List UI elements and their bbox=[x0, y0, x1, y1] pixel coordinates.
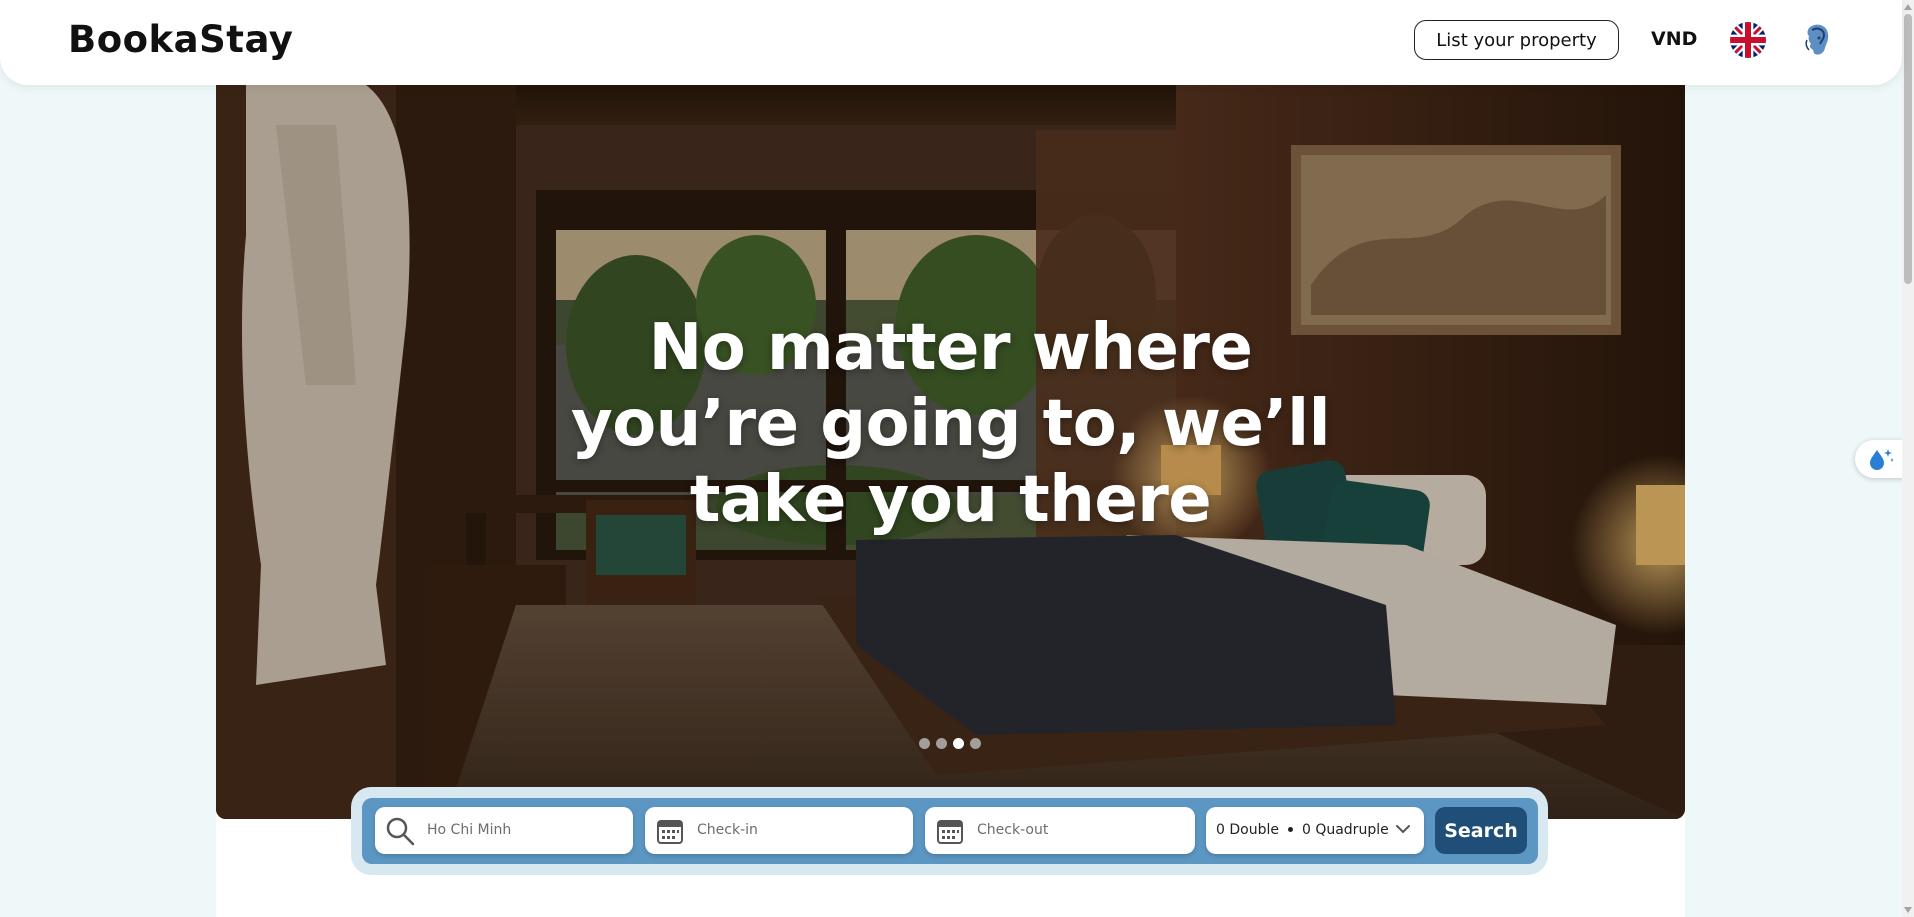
room-selector[interactable]: 0 Double 0 Quadruple bbox=[1206, 807, 1424, 854]
check-in-input[interactable]: Check-in bbox=[645, 807, 913, 854]
user-avatar-icon[interactable] bbox=[1797, 20, 1837, 60]
currency-selector[interactable]: VND bbox=[1651, 28, 1697, 50]
search-button[interactable]: Search bbox=[1435, 807, 1527, 854]
side-widget[interactable] bbox=[1855, 440, 1905, 478]
chevron-down-icon bbox=[1394, 820, 1412, 842]
destination-value: Ho Chi Minh bbox=[427, 822, 512, 838]
hero-title-line: take you there bbox=[689, 463, 1212, 537]
separator-dot bbox=[1287, 826, 1293, 832]
quadruple-room-count: 0 Quadruple bbox=[1301, 822, 1389, 838]
search-icon bbox=[385, 816, 415, 846]
uk-flag-icon[interactable] bbox=[1730, 22, 1766, 58]
check-out-input[interactable]: Check-out bbox=[925, 807, 1195, 854]
destination-input[interactable]: Ho Chi Minh bbox=[375, 807, 633, 854]
check-in-placeholder: Check-in bbox=[697, 822, 758, 838]
water-drop-sparkle-icon bbox=[1870, 449, 1894, 470]
check-out-placeholder: Check-out bbox=[977, 822, 1049, 838]
carousel-dots bbox=[919, 738, 981, 749]
hero-title-line: No matter where bbox=[648, 311, 1253, 385]
hero-banner: No matter where you’re going to, we’ll t… bbox=[216, 85, 1685, 819]
logo[interactable]: BookaStay bbox=[68, 18, 293, 61]
page-scrollbar[interactable] bbox=[1902, 0, 1914, 917]
carousel-dot-3[interactable] bbox=[953, 738, 964, 749]
scrollbar-thumb[interactable] bbox=[1904, 14, 1912, 284]
list-your-property-button[interactable]: List your property bbox=[1414, 20, 1619, 60]
carousel-dot-2[interactable] bbox=[936, 738, 947, 749]
hero-title-line: you’re going to, we’ll bbox=[570, 387, 1331, 461]
double-room-count: 0 Double bbox=[1216, 822, 1279, 838]
carousel-dot-4[interactable] bbox=[970, 738, 981, 749]
scroll-up-arrow[interactable] bbox=[1904, 4, 1912, 10]
room-summary: 0 Double 0 Quadruple bbox=[1216, 822, 1389, 838]
calendar-icon bbox=[935, 816, 965, 846]
carousel-dot-1[interactable] bbox=[919, 738, 930, 749]
hero-title: No matter where you’re going to, we’ll t… bbox=[216, 310, 1685, 538]
scroll-down-arrow[interactable] bbox=[1904, 907, 1912, 913]
calendar-icon bbox=[655, 816, 685, 846]
header: BookaStay List your property VND bbox=[0, 0, 1902, 85]
